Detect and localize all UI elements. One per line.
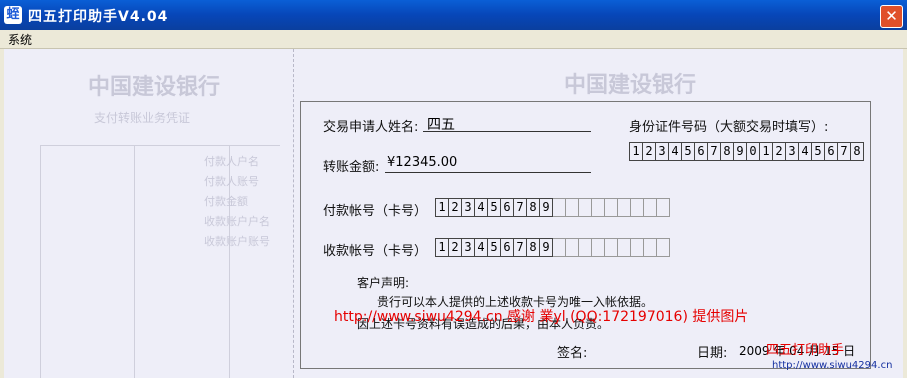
- amount-underline: [385, 172, 591, 173]
- digit-box: 9: [540, 198, 553, 217]
- payee-account-boxes[interactable]: 123456789: [435, 238, 670, 257]
- sign-label: 签名:: [557, 346, 588, 361]
- digit-box: 2: [449, 238, 462, 257]
- digit-box: [553, 238, 566, 257]
- digit-box: 1: [629, 142, 643, 161]
- menu-bar: 系统: [0, 30, 907, 49]
- bank-name-faint-right: 中国建设银行: [564, 73, 697, 98]
- applicant-label: 交易申请人姓名:: [323, 120, 419, 135]
- digit-box: 3: [462, 198, 475, 217]
- stub-row: 付款金额: [204, 195, 248, 208]
- digit-box: 7: [514, 238, 527, 257]
- digit-box: 6: [501, 238, 514, 257]
- digit-box: 9: [734, 142, 747, 161]
- digit-box: [566, 238, 579, 257]
- digit-box: [592, 238, 605, 257]
- stub-border: [40, 145, 41, 378]
- digit-box: 8: [851, 142, 864, 161]
- payer-account-boxes[interactable]: 123456789: [435, 198, 670, 217]
- digit-box: 3: [656, 142, 669, 161]
- digit-box: 2: [773, 142, 786, 161]
- digit-box: [631, 238, 644, 257]
- doc-title-faint: 支付转账业务凭证: [94, 111, 191, 125]
- date-label: 日期:: [697, 346, 728, 361]
- digit-box: 6: [501, 198, 514, 217]
- amount-value[interactable]: ¥12345.00: [387, 155, 457, 170]
- digit-box: 1: [435, 198, 449, 217]
- amount-label: 转账金额:: [323, 160, 380, 175]
- title-bar: 蛭 四五打印助手V4.04 ✕: [0, 0, 907, 30]
- id-label: 身份证件号码（大额交易时填写）:: [629, 120, 829, 135]
- digit-box: [644, 198, 657, 217]
- digit-box: 5: [682, 142, 695, 161]
- stub-row: 收款账户户名: [204, 215, 270, 228]
- transfer-form: 交易申请人姓名: 四五 身份证件号码（大额交易时填写）: 12345678901…: [300, 101, 871, 369]
- digit-box: 8: [527, 238, 540, 257]
- stub-border: [40, 145, 280, 146]
- digit-box: [579, 198, 592, 217]
- digit-box: [657, 198, 670, 217]
- digit-box: 2: [449, 198, 462, 217]
- digit-box: [618, 198, 631, 217]
- brand-watermark: 四五打印助手: [766, 343, 845, 358]
- digit-box: 1: [435, 238, 449, 257]
- menu-item-system[interactable]: 系统: [8, 31, 32, 48]
- digit-box: 0: [747, 142, 760, 161]
- digit-box: 7: [708, 142, 721, 161]
- digit-box: [657, 238, 670, 257]
- digit-box: 8: [527, 198, 540, 217]
- id-number-boxes[interactable]: 123456789012345678: [629, 142, 864, 161]
- digit-box: 7: [838, 142, 851, 161]
- digit-box: 4: [669, 142, 682, 161]
- digit-box: [631, 198, 644, 217]
- stub-border: [134, 145, 135, 378]
- digit-box: 4: [475, 238, 488, 257]
- digit-box: 3: [786, 142, 799, 161]
- applicant-underline: [423, 131, 591, 132]
- window-title: 四五打印助手V4.04: [28, 9, 169, 25]
- digit-box: [605, 238, 618, 257]
- digit-box: [618, 238, 631, 257]
- digit-box: 5: [488, 238, 501, 257]
- url-watermark: http://www.siwu4294.cn: [772, 360, 893, 371]
- digit-box: [553, 198, 566, 217]
- slip-canvas: 中国建设银行 支付转账业务凭证 付款人户名 付款人账号 付款金额 收款账户户名 …: [4, 49, 903, 378]
- digit-box: 7: [514, 198, 527, 217]
- close-button[interactable]: ✕: [880, 5, 903, 28]
- digit-box: 2: [643, 142, 656, 161]
- digit-box: 9: [540, 238, 553, 257]
- stub-row: 付款人户名: [204, 155, 259, 168]
- digit-box: [605, 198, 618, 217]
- payee-label: 收款帐号（卡号）: [323, 244, 428, 259]
- perforation-line: [293, 49, 294, 378]
- credit-watermark: http://www.siwu4294.cn 感谢 業yl (QQ:172197…: [334, 309, 749, 325]
- stub-row: 付款人账号: [204, 175, 259, 188]
- stub-row: 收款账户账号: [204, 235, 270, 248]
- digit-box: 4: [799, 142, 812, 161]
- digit-box: 6: [825, 142, 838, 161]
- digit-box: 5: [488, 198, 501, 217]
- digit-box: 5: [812, 142, 825, 161]
- statement-title: 客户声明:: [357, 276, 410, 290]
- digit-box: 3: [462, 238, 475, 257]
- digit-box: [566, 198, 579, 217]
- digit-box: 1: [760, 142, 773, 161]
- app-icon: 蛭: [4, 6, 22, 24]
- digit-box: 8: [721, 142, 734, 161]
- payer-label: 付款帐号（卡号）: [323, 204, 428, 219]
- digit-box: 6: [695, 142, 708, 161]
- bank-name-faint: 中国建设银行: [88, 75, 221, 100]
- digit-box: [644, 238, 657, 257]
- digit-box: [592, 198, 605, 217]
- digit-box: [579, 238, 592, 257]
- digit-box: 4: [475, 198, 488, 217]
